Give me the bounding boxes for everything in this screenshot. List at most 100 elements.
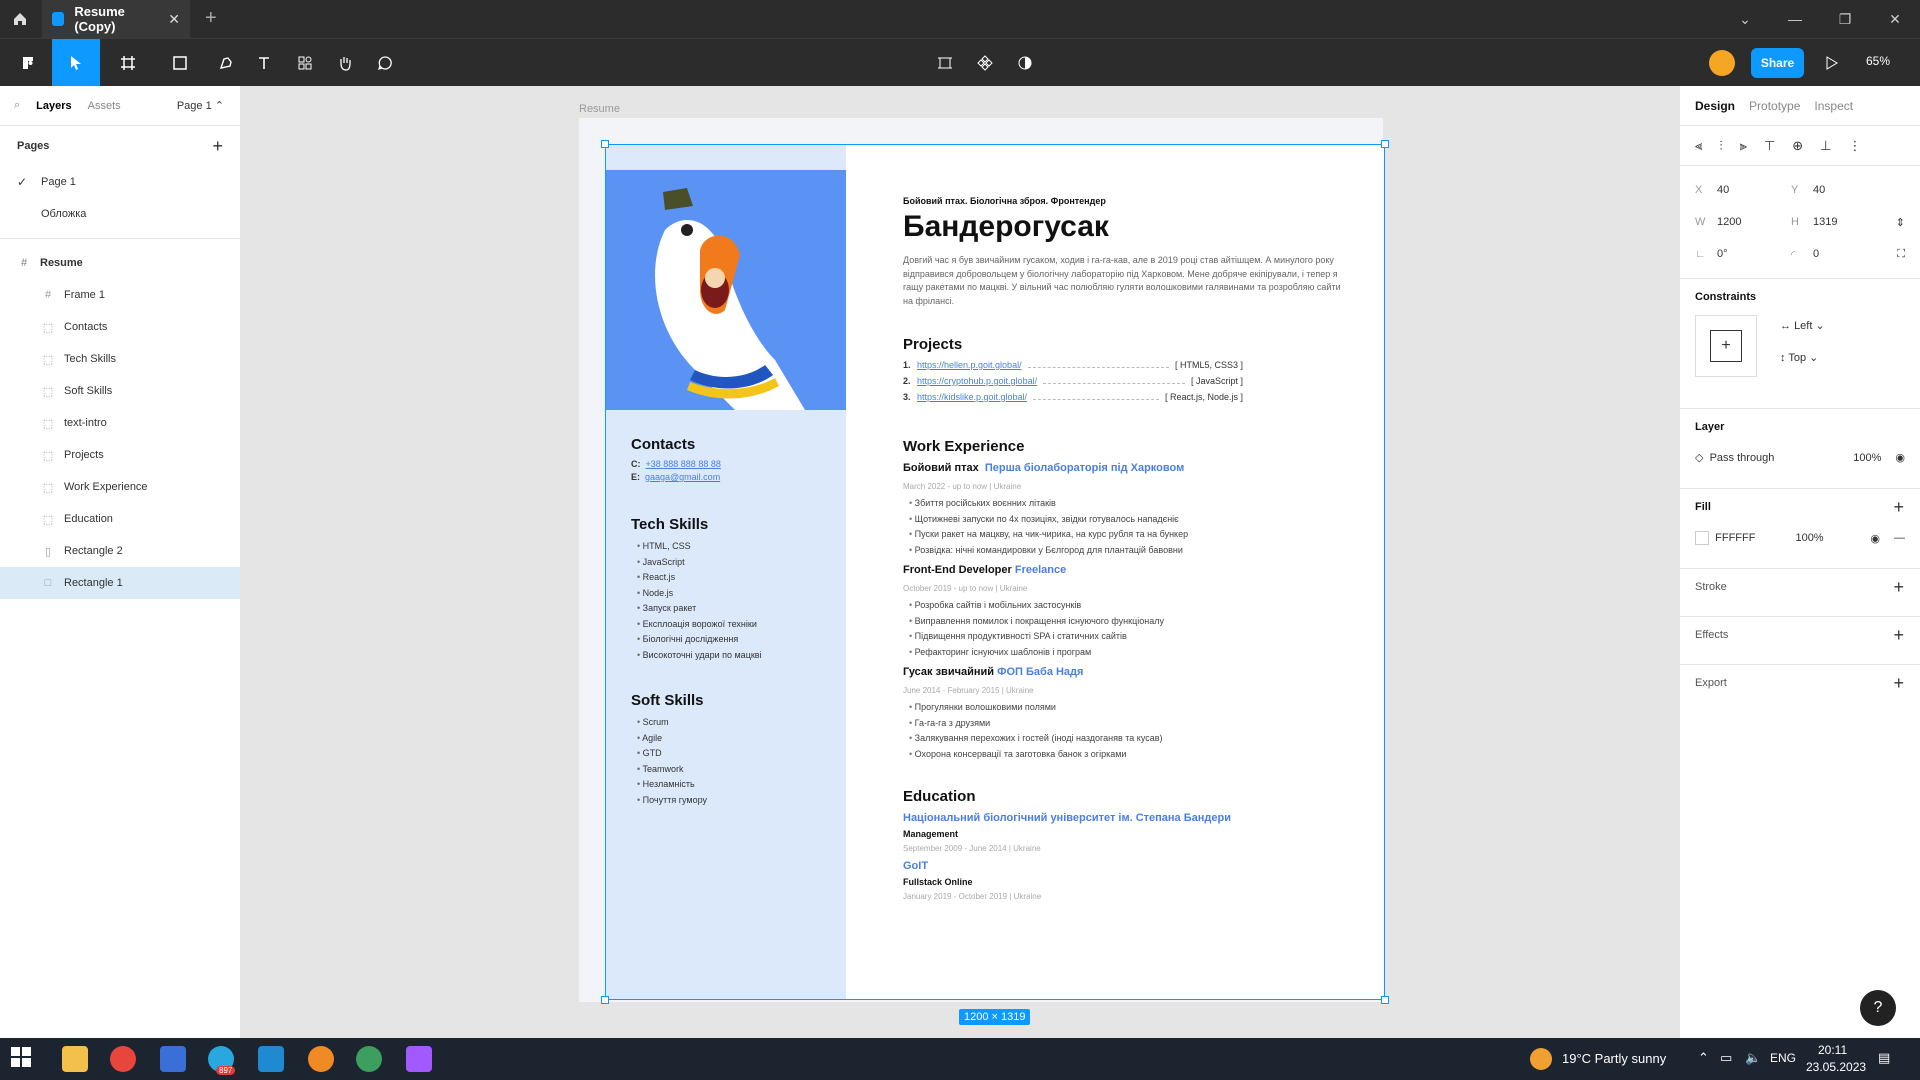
page-item-page1[interactable]: ✓ Page 1 (0, 166, 240, 198)
pen-tool[interactable] (206, 39, 246, 87)
save-app-icon[interactable] (160, 1046, 186, 1072)
radius-field[interactable]: 0 (1813, 248, 1887, 260)
resources-tool[interactable] (285, 39, 325, 87)
align-right-icon[interactable]: ⫸ (1740, 138, 1747, 154)
weather-icon[interactable] (1530, 1048, 1552, 1070)
y-field[interactable]: 40 (1813, 184, 1887, 196)
add-fill-button[interactable]: + (1893, 497, 1904, 518)
layer-rectangle1[interactable]: □ Rectangle 1 (0, 567, 240, 599)
shape-tool[interactable] (160, 39, 200, 87)
resize-handle[interactable] (1381, 996, 1389, 1004)
vscode-icon[interactable] (258, 1046, 284, 1072)
add-page-button[interactable]: + (212, 136, 223, 157)
add-export-button[interactable]: + (1893, 673, 1904, 694)
close-tab-icon[interactable]: ✕ (168, 11, 180, 28)
help-button[interactable]: ? (1860, 990, 1896, 1026)
layer-text-intro[interactable]: ⬚ text-intro (0, 407, 240, 439)
align-middle-icon[interactable]: ⊕ (1792, 138, 1803, 154)
notifications-icon[interactable]: ▤ (1878, 1050, 1890, 1066)
layer-education[interactable]: ⬚ Education (0, 503, 240, 535)
minimize-button[interactable]: — (1770, 0, 1820, 38)
independent-corners-icon[interactable]: ⛶ (1897, 248, 1905, 261)
share-button[interactable]: Share (1751, 48, 1804, 78)
layer-frame1[interactable]: # Frame 1 (0, 279, 240, 311)
selection-box[interactable] (605, 144, 1385, 1000)
network-icon[interactable]: ▭ (1720, 1050, 1732, 1066)
hand-tool[interactable] (325, 39, 365, 87)
blend-mode-select[interactable]: Pass through (1710, 452, 1775, 464)
resize-handle[interactable] (601, 140, 609, 148)
layer-soft-skills[interactable]: ⬚ Soft Skills (0, 375, 240, 407)
layer-projects[interactable]: ⬚ Projects (0, 439, 240, 471)
resize-handle[interactable] (1381, 140, 1389, 148)
page-selector[interactable]: Page 1 ⌃ (177, 99, 224, 112)
move-tool[interactable] (52, 39, 100, 87)
clock-time[interactable]: 20:11 (1818, 1043, 1847, 1057)
home-button[interactable] (0, 0, 40, 38)
layer-resume[interactable]: # Resume (0, 247, 240, 279)
user-avatar[interactable] (1709, 50, 1735, 76)
align-top-icon[interactable]: ⊤ (1764, 138, 1775, 154)
crop-tool[interactable] (925, 39, 965, 87)
main-menu-button[interactable] (8, 39, 48, 87)
tab-prototype[interactable]: Prototype (1749, 99, 1800, 113)
eye-icon[interactable]: ◉ (1895, 451, 1905, 464)
layer-rectangle2[interactable]: ▯ Rectangle 2 (0, 535, 240, 567)
volume-icon[interactable]: 🔈 (1745, 1050, 1761, 1066)
windows-start-icon[interactable] (10, 1046, 36, 1072)
chrome-icon[interactable] (110, 1046, 136, 1072)
weather-text[interactable]: 19°C Partly sunny (1562, 1051, 1666, 1066)
x-field[interactable]: 40 (1717, 184, 1791, 196)
add-effect-button[interactable]: + (1893, 625, 1904, 646)
layer-work-experience[interactable]: ⬚ Work Experience (0, 471, 240, 503)
tray-chevron-icon[interactable]: ⌃ (1698, 1050, 1709, 1066)
layer-tech-skills[interactable]: ⬚ Tech Skills (0, 343, 240, 375)
frame-tool[interactable] (108, 39, 148, 87)
constraint-vertical-select[interactable]: ↕ Top ⌄ (1780, 351, 1818, 364)
height-field[interactable]: 1319 (1813, 216, 1887, 228)
distribute-icon[interactable]: ⋮ (1849, 138, 1862, 154)
clock-date[interactable]: 23.05.2023 (1806, 1060, 1866, 1074)
present-button[interactable] (1812, 39, 1852, 87)
file-tab[interactable]: Resume (Copy) ✕ (42, 0, 190, 38)
maximize-button[interactable]: ❐ (1820, 0, 1870, 38)
zoom-level[interactable]: 65% (1866, 54, 1890, 68)
canvas[interactable]: Resume Contacts C: +38 888 888 88 88 E: … (241, 86, 1679, 1038)
layer-contacts[interactable]: ⬚ Contacts (0, 311, 240, 343)
figma-icon[interactable] (406, 1046, 432, 1072)
fill-opacity-field[interactable]: 100% (1795, 532, 1823, 544)
contrast-tool[interactable] (1005, 39, 1045, 87)
tab-design[interactable]: Design (1695, 99, 1735, 113)
comment-tool[interactable] (365, 39, 405, 87)
fill-swatch[interactable] (1695, 531, 1709, 545)
constraint-widget[interactable]: + (1695, 315, 1757, 377)
remove-fill-icon[interactable]: — (1894, 532, 1905, 544)
align-bottom-icon[interactable]: ⊥ (1820, 138, 1831, 154)
resize-handle[interactable] (601, 996, 609, 1004)
eye-icon[interactable]: ◉ (1870, 532, 1880, 545)
constrain-proportions-icon[interactable]: ⇕ (1896, 216, 1905, 229)
tab-inspect[interactable]: Inspect (1814, 99, 1853, 113)
constraint-horizontal-select[interactable]: ↔ Left ⌄ (1780, 319, 1825, 332)
file-explorer-icon[interactable] (62, 1046, 88, 1072)
add-stroke-button[interactable]: + (1893, 577, 1904, 598)
new-tab-button[interactable]: + (205, 7, 217, 30)
app-icon[interactable] (356, 1046, 382, 1072)
chevron-down-icon[interactable]: ⌄ (1720, 0, 1770, 38)
align-left-icon[interactable]: ⫷ (1695, 138, 1702, 154)
layer-opacity-field[interactable]: 100% (1853, 452, 1881, 464)
rotation-field[interactable]: 0° (1717, 248, 1791, 260)
search-icon[interactable]: ⌕ (14, 99, 20, 112)
tab-layers[interactable]: Layers (36, 100, 71, 112)
frame-label[interactable]: Resume (579, 103, 620, 115)
page-item-cover[interactable]: Обложка (0, 198, 240, 230)
language-indicator[interactable]: ENG (1770, 1051, 1796, 1065)
close-window-button[interactable]: ✕ (1870, 0, 1920, 38)
tab-assets[interactable]: Assets (88, 100, 121, 112)
app-icon[interactable] (308, 1046, 334, 1072)
align-center-h-icon[interactable]: ⫶ (1719, 138, 1722, 154)
component-tool[interactable] (965, 39, 1005, 87)
width-field[interactable]: 1200 (1717, 216, 1791, 228)
text-tool[interactable] (244, 39, 284, 87)
fill-hex-field[interactable]: FFFFFF (1715, 532, 1755, 544)
